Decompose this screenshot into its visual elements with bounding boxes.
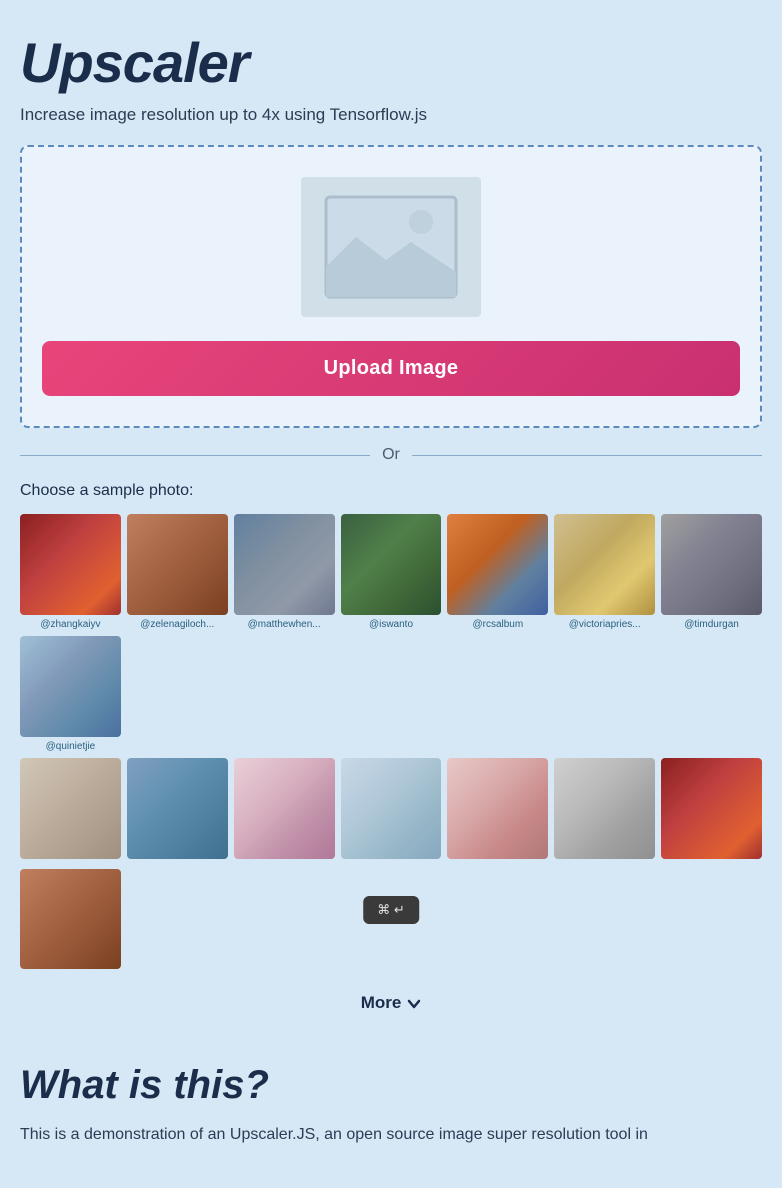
sample-item[interactable] [20,758,121,863]
sample-thumb [20,636,121,737]
sample-item[interactable]: @zelenagiloch... [127,514,228,630]
sample-thumb [447,758,548,859]
sample-item[interactable]: @iswanto [341,514,442,630]
what-description: This is a demonstration of an Upscaler.J… [20,1122,762,1148]
chevron-down-icon [407,996,421,1010]
sample-thumb [341,758,442,859]
sample-thumb [554,514,655,615]
placeholder-icon [321,192,461,302]
sample-thumb [127,514,228,615]
sample-username[interactable]: @timdurgan [661,619,762,630]
keyboard-shortcut-badge: ⌘ ↵ [363,896,419,924]
subtitle: Increase image resolution up to 4x using… [20,105,762,125]
sample-username[interactable]: @quinietjie [20,741,121,752]
sample-thumb [234,758,335,859]
sample-thumb [554,758,655,859]
more-label: More [361,993,402,1013]
image-placeholder [301,177,481,317]
sample-thumb [20,514,121,615]
what-section: What is this? This is a demonstration of… [20,1063,762,1148]
sample-thumb [661,514,762,615]
sample-thumb [127,758,228,859]
sample-item[interactable]: @timdurgan [661,514,762,630]
sample-item[interactable] [20,869,121,974]
page-container: Upscaler Increase image resolution up to… [0,0,782,1188]
sample-username[interactable]: @rcsalbum [447,619,548,630]
sample-username[interactable]: @zhangkaiyv [20,619,121,630]
sample-item[interactable]: @quinietjie [20,636,121,752]
sample-item[interactable] [127,758,228,863]
sample-username[interactable]: @iswanto [341,619,442,630]
sample-grid-row1: @zhangkaiyv @zelenagiloch... @matthewhen..… [20,514,762,752]
sample-item[interactable] [234,758,335,863]
sample-username[interactable]: @victoriapries... [554,619,655,630]
sample-username[interactable]: @matthewhen... [234,619,335,630]
sample-thumb [661,758,762,859]
sample-item[interactable] [447,758,548,863]
upload-area: Upload Image [20,145,762,428]
sample-thumb [234,514,335,615]
or-divider: Or [20,446,762,464]
sample-thumb [20,758,121,859]
sample-item[interactable]: @victoriapries... [554,514,655,630]
sample-thumb [447,514,548,615]
sample-item[interactable]: @matthewhen... [234,514,335,630]
sample-item[interactable]: @zhangkaiyv [20,514,121,630]
sample-grid-row2 [20,758,762,974]
sample-thumb [341,514,442,615]
more-button[interactable]: More [20,979,762,1023]
sample-item[interactable] [554,758,655,863]
app-title: Upscaler [20,30,762,95]
sample-username[interactable]: @zelenagiloch... [127,619,228,630]
sample-item[interactable] [341,758,442,863]
sample-section-label: Choose a sample photo: [20,482,762,500]
or-label: Or [382,446,400,464]
sample-item[interactable]: @rcsalbum [447,514,548,630]
sample-item[interactable] [661,758,762,863]
upload-button[interactable]: Upload Image [42,341,740,396]
keyboard-shortcut-label: ⌘ ↵ [377,902,405,918]
what-title: What is this? [20,1063,762,1108]
sample-thumb [20,869,121,970]
